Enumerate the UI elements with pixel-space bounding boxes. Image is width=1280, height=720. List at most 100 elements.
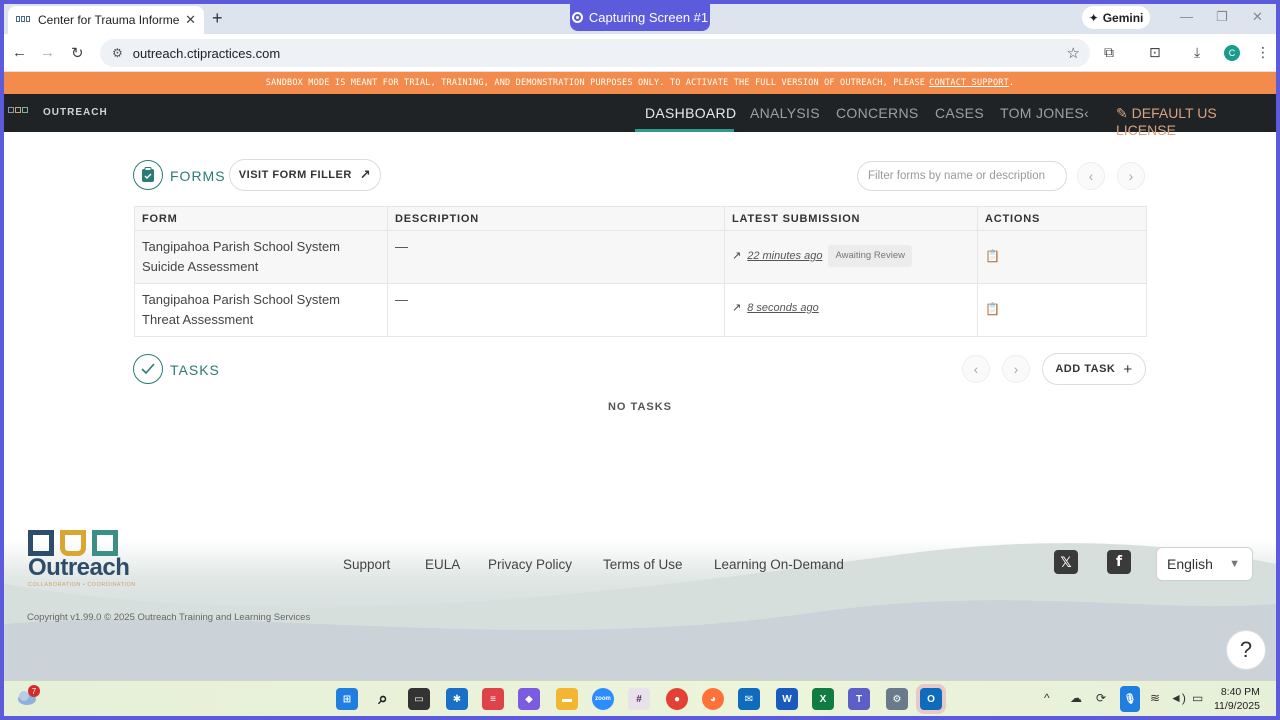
nav-cases[interactable]: CASES (935, 105, 984, 121)
logo-tagline: COLLABORATION • COORDINATION (28, 582, 136, 588)
clipboard-list-icon[interactable]: 📋 (985, 299, 1000, 319)
url-field[interactable]: ⚙ outreach.ctipractices.com ☆ (100, 39, 1090, 67)
firefox-icon[interactable]: ◕ (702, 688, 724, 710)
footer-link-support[interactable]: Support (343, 557, 390, 572)
task-view-icon[interactable]: ▭ (408, 688, 430, 710)
bookmark-star-icon[interactable]: ☆ (1067, 44, 1080, 62)
nav-dashboard[interactable]: DASHBOARD (645, 105, 736, 121)
download-icon[interactable]: ⤓ (1194, 44, 1200, 61)
footer-link-terms[interactable]: Terms of Use (603, 557, 683, 572)
clipboard-list-icon[interactable]: 📋 (985, 246, 1000, 266)
nav-user[interactable]: TOM JONES (1000, 105, 1084, 121)
slack-icon[interactable]: # (628, 688, 650, 710)
forms-filter-input[interactable]: Filter forms by name or description (857, 161, 1067, 191)
brand-name[interactable]: OUTREACH (43, 107, 108, 118)
battery-icon[interactable]: ▭ (1192, 691, 1203, 705)
nav-analysis[interactable]: ANALYSIS (750, 105, 820, 121)
start-icon[interactable]: ⊞ (336, 688, 358, 710)
windows-taskbar: 7 ⊞ ⌕ ▭ ✱ ≡ ◆ ▬ zoom # ● ◕ ✉ W X T ⚙ O ^… (4, 680, 1276, 716)
submission-link[interactable]: 22 minutes ago (747, 246, 822, 266)
tasks-next-icon[interactable]: › (1002, 355, 1030, 383)
back-icon[interactable]: ← (12, 44, 27, 61)
zoom-icon[interactable]: zoom (592, 688, 614, 710)
browser-tab[interactable]: Center for Trauma Informed Pra ✕ (8, 6, 204, 34)
footer-link-learning[interactable]: Learning On-Demand (714, 557, 844, 572)
search-icon[interactable]: ⌕ (372, 688, 394, 710)
copilot-icon[interactable]: ◆ (518, 688, 540, 710)
column-header-latest-submission: LATEST SUBMISSION (724, 206, 978, 231)
tab-search-icon[interactable]: ⊡ (1149, 44, 1161, 61)
language-select[interactable]: English ▼ (1156, 547, 1253, 581)
outreach-logo-icon[interactable] (8, 107, 28, 113)
outlook-icon[interactable]: O (920, 688, 942, 710)
help-button[interactable]: ? (1226, 630, 1266, 670)
sparkle-icon: ✦ (1088, 10, 1099, 25)
close-tab-icon[interactable]: ✕ (185, 12, 196, 28)
external-link-icon: ↗ (732, 250, 742, 262)
footer: Outreach COLLABORATION • COORDINATION Su… (4, 524, 1276, 684)
mail-icon[interactable]: ✉ (738, 688, 760, 710)
submission-link[interactable]: 8 seconds ago (747, 298, 819, 318)
wifi-icon[interactable]: ≋ (1150, 691, 1160, 705)
forms-prev-icon[interactable]: ‹ (1077, 162, 1105, 190)
add-task-label: ADD TASK (1055, 363, 1116, 375)
reload-icon[interactable]: ↻ (71, 44, 84, 62)
form-name-cell[interactable]: Tangipahoa Parish School System Suicide … (134, 230, 388, 284)
url-text: outreach.ctipractices.com (132, 45, 281, 61)
system-clock[interactable]: 8:40 PM 11/9/2025 (1214, 685, 1260, 713)
minimize-icon[interactable]: — (1180, 9, 1193, 24)
volume-icon[interactable]: ◄) (1170, 691, 1186, 705)
capture-indicator: Capturing Screen #1 (570, 4, 710, 31)
extensions-icon[interactable]: ⧉ (1104, 44, 1114, 61)
nav-concerns[interactable]: CONCERNS (836, 105, 919, 121)
chrome-icon[interactable]: ● (666, 688, 688, 710)
maximize-icon[interactable]: ❐ (1216, 9, 1228, 25)
excel-icon[interactable]: X (812, 688, 834, 710)
teams-icon[interactable]: T (848, 688, 870, 710)
contact-support-link[interactable]: CONTACT SUPPORT (929, 78, 1009, 88)
settings-icon[interactable]: ⚙ (886, 688, 908, 710)
logo-box-teal (92, 530, 118, 556)
column-header-form: FORM (134, 206, 388, 231)
sync-icon[interactable]: ⟳ (1096, 691, 1106, 705)
new-tab-icon[interactable]: + (212, 8, 223, 29)
footer-link-eula[interactable]: EULA (425, 557, 460, 572)
license-selector[interactable]: ✎ DEFAULT US LICENSE (1116, 105, 1276, 138)
profile-avatar[interactable]: C (1224, 45, 1240, 61)
tasks-title: TASKS (170, 362, 220, 378)
description-cell: — (387, 283, 725, 337)
facebook-icon[interactable]: f (1107, 550, 1131, 574)
footer-logo[interactable]: Outreach COLLABORATION • COORDINATION (28, 530, 136, 588)
word-icon[interactable]: W (776, 688, 798, 710)
app-icon-1[interactable]: ✱ (446, 688, 468, 710)
app-icon-2[interactable]: ≡ (482, 688, 504, 710)
site-settings-icon[interactable]: ⚙ (112, 46, 123, 60)
form-name-line1: Tangipahoa Parish School System (142, 292, 341, 307)
tasks-prev-icon[interactable]: ‹ (962, 355, 990, 383)
microphone-icon[interactable]: 🎙 (1120, 686, 1140, 712)
plus-icon: + (1123, 360, 1133, 378)
latest-submission-cell: ↗ 22 minutes ago Awaiting Review (724, 230, 978, 284)
actions-cell: 📋 (977, 230, 1147, 284)
forms-next-icon[interactable]: › (1117, 162, 1145, 190)
external-link-icon: ↗ (732, 302, 742, 314)
onedrive-icon[interactable]: ☁ (1070, 691, 1082, 705)
footer-link-privacy[interactable]: Privacy Policy (488, 557, 572, 572)
close-window-icon[interactable]: ✕ (1252, 9, 1263, 25)
chevron-down-icon: ▼ (1229, 558, 1240, 570)
menu-dots-icon[interactable]: ⋮ (1256, 44, 1270, 61)
table-row[interactable]: Tangipahoa Parish School System Threat A… (134, 283, 1147, 337)
sandbox-end: . (1008, 78, 1015, 88)
collapse-chevron-icon[interactable]: ‹ (1084, 105, 1089, 121)
status-badge: Awaiting Review (828, 245, 912, 267)
filter-placeholder: Filter forms by name or description (868, 170, 1046, 182)
forward-icon[interactable]: → (40, 44, 55, 61)
table-row[interactable]: Tangipahoa Parish School System Suicide … (134, 230, 1147, 284)
tray-expand-icon[interactable]: ^ (1044, 691, 1050, 705)
form-name-cell[interactable]: Tangipahoa Parish School System Threat A… (134, 283, 388, 337)
file-explorer-icon[interactable]: ▬ (556, 688, 578, 710)
gemini-button[interactable]: ✦ Gemini (1082, 6, 1150, 29)
add-task-button[interactable]: ADD TASK + (1042, 353, 1146, 385)
visit-form-filler-button[interactable]: VISIT FORM FILLER ↗ (229, 159, 381, 191)
x-twitter-icon[interactable]: 𝕏 (1054, 550, 1078, 574)
